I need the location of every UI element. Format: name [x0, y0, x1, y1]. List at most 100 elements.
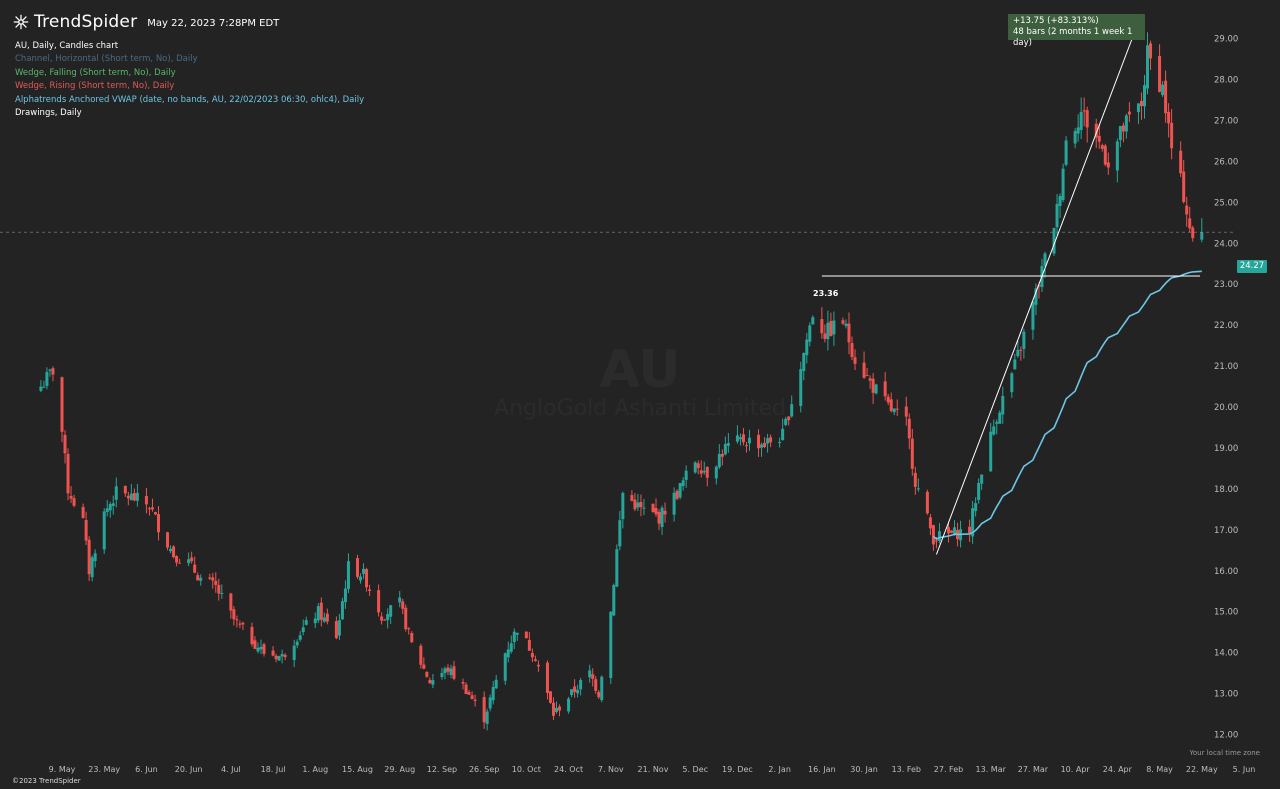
candle-body [567, 698, 571, 712]
y-tick-label: 14.00 [1214, 649, 1238, 659]
candle-body [784, 418, 788, 425]
candle-body [579, 680, 583, 690]
y-tick-label: 29.00 [1214, 35, 1238, 45]
candle-body [1076, 127, 1080, 134]
candle-body [974, 503, 978, 512]
legend-wedge-rising[interactable]: Wedge, Rising (Short term, No), Daily [15, 80, 364, 93]
legend-wedge-falling[interactable]: Wedge, Falling (Short term, No), Daily [15, 67, 364, 80]
y-tick-label: 13.00 [1214, 690, 1238, 700]
y-tick-label: 25.00 [1214, 198, 1238, 208]
candle-body [123, 485, 127, 494]
candle-body [545, 662, 549, 693]
measure-bars: 48 bars (2 months 1 week 1 day) [1013, 27, 1133, 48]
candle-body [642, 507, 646, 509]
candle-body [705, 466, 709, 478]
y-tick-label: 21.00 [1214, 362, 1238, 372]
brand-name: TrendSpider [34, 12, 138, 32]
candle-body [548, 691, 552, 703]
candle-body [60, 377, 64, 432]
x-tick-label: 24. Oct [554, 765, 583, 774]
candle-body [1139, 100, 1143, 107]
chart-timestamp: May 22, 2023 7:28PM EDT [147, 18, 280, 29]
x-tick-label: 10. Oct [512, 765, 541, 774]
chart-legend: AU, Daily, Candles chart Channel, Horizo… [15, 40, 364, 120]
header: TrendSpider May 22, 2023 7:28PM EDT [12, 12, 279, 32]
x-tick-label: 1. Aug [302, 765, 328, 774]
last-price-tag: 24.27 [1237, 260, 1267, 273]
x-tick-label: 23. May [88, 765, 120, 774]
y-tick-label: 26.00 [1214, 157, 1238, 167]
candle-body [482, 697, 486, 723]
candle-body [283, 654, 287, 658]
candle-body [820, 319, 824, 334]
measure-change: +13.75 (+83.313%) [1013, 16, 1099, 26]
candle-body [847, 323, 851, 343]
candle-body [823, 333, 827, 339]
candle-body [693, 462, 697, 473]
candle-body [841, 320, 845, 324]
x-tick-label: 8. May [1146, 765, 1173, 774]
candle-body [1200, 232, 1204, 240]
candle-body [696, 463, 700, 469]
legend-chart-title[interactable]: AU, Daily, Candles chart [15, 40, 364, 53]
candle-body [636, 502, 640, 508]
candle-body [910, 438, 914, 469]
candle-body [488, 697, 492, 709]
candle-body [277, 655, 281, 661]
candle-body [319, 602, 323, 620]
candle-body [407, 628, 411, 630]
candle-body [503, 653, 507, 681]
candle-body [105, 508, 109, 512]
legend-channel-horizontal[interactable]: Channel, Horizontal (Short term, No), Da… [15, 53, 364, 66]
candle-body [102, 511, 106, 550]
candle-body [1188, 218, 1192, 229]
candle-body [678, 482, 682, 498]
candle-body [937, 531, 941, 541]
x-tick-label: 13. Feb [892, 765, 921, 774]
candle-body [1191, 227, 1195, 239]
candle-body [805, 339, 809, 356]
y-tick-label: 19.00 [1214, 444, 1238, 454]
candle-body [1115, 141, 1119, 171]
candle-body [766, 438, 770, 444]
candle-body [844, 323, 848, 326]
candle-body [111, 503, 115, 506]
candle-body [301, 627, 305, 633]
candle-body [597, 691, 601, 698]
candle-body [1167, 111, 1171, 124]
candle-body [1082, 110, 1086, 112]
candle-body [494, 679, 498, 689]
candle-body [681, 480, 685, 487]
candle-body [1079, 111, 1083, 130]
legend-anchored-vwap[interactable]: Alphatrends Anchored VWAP (date, no band… [15, 94, 364, 107]
x-tick-label: 2. Jan [768, 765, 791, 774]
candle-body [1061, 168, 1065, 200]
measure-tool-label[interactable]: +13.75 (+83.313%) 48 bars (2 months 1 we… [1008, 14, 1145, 48]
candle-body [726, 443, 730, 446]
x-tick-label: 13. Mar [976, 765, 1007, 774]
legend-drawings[interactable]: Drawings, Daily [15, 107, 364, 120]
candle-body [428, 679, 432, 684]
candle-body [410, 633, 414, 643]
candle-body [422, 664, 426, 669]
candle-body [271, 650, 275, 656]
candle-body [995, 422, 999, 424]
y-tick-label: 24.00 [1214, 239, 1238, 249]
candle-body [527, 639, 531, 651]
candle-body [862, 362, 866, 378]
x-tick-label: 19. Dec [722, 765, 753, 774]
candle-body [506, 649, 510, 658]
x-tick-label: 7. Nov [598, 765, 624, 774]
candle-body [259, 646, 263, 650]
candle-body [675, 490, 679, 499]
candle-body [570, 689, 574, 695]
candle-body [916, 488, 920, 490]
candle-body [980, 474, 984, 484]
candle-body [769, 437, 773, 443]
candle-body [1118, 126, 1122, 141]
candle-body [69, 496, 73, 499]
candle-body [298, 635, 302, 640]
candle-body [871, 378, 875, 393]
candle-body [359, 576, 363, 581]
candle-body [853, 357, 857, 364]
